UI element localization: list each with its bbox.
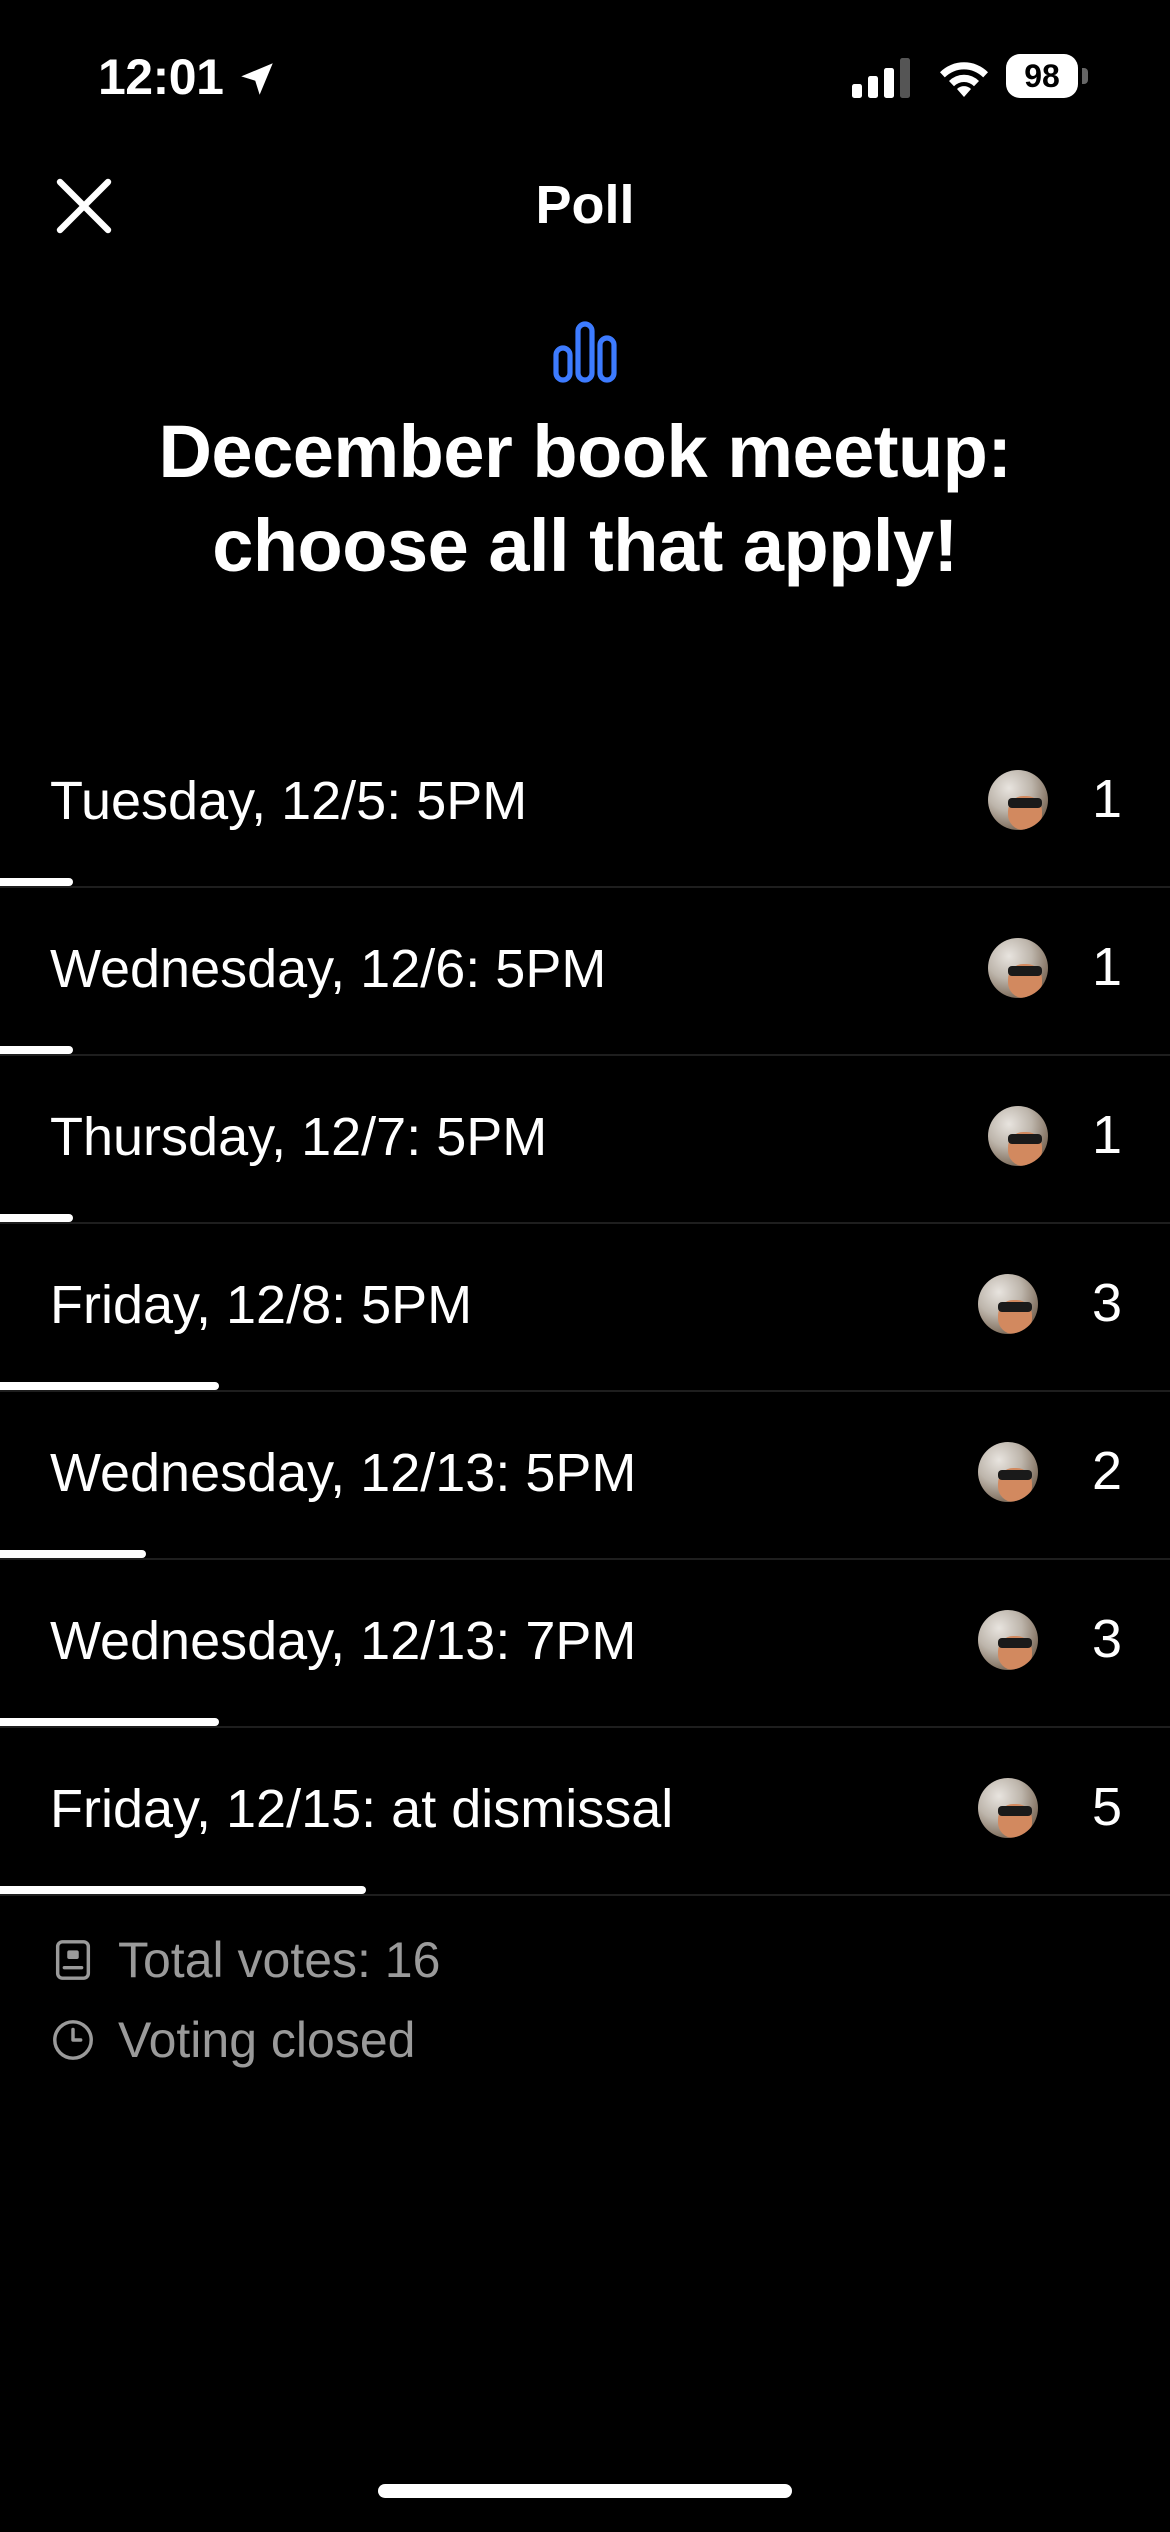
voter-avatar[interactable] bbox=[988, 938, 1048, 998]
poll-option[interactable]: Wednesday, 12/13: 7PM 3 bbox=[0, 1560, 1170, 1728]
status-time: 12:01 bbox=[98, 49, 224, 105]
poll-option[interactable]: Tuesday, 12/5: 5PM 1 bbox=[0, 720, 1170, 888]
ballot-icon bbox=[55, 1940, 91, 1980]
poll-option-result-bar bbox=[0, 1214, 73, 1222]
voter-avatar[interactable] bbox=[978, 1442, 1038, 1502]
poll-option-vote-count: 2 bbox=[1091, 1441, 1122, 1501]
poll-option-label: Wednesday, 12/13: 7PM bbox=[50, 1611, 637, 1671]
poll-option[interactable]: Wednesday, 12/13: 5PM 2 bbox=[0, 1392, 1170, 1560]
total-votes: Total votes: 16 bbox=[118, 1932, 441, 1988]
poll-option[interactable]: Friday, 12/15: at dismissal 5 bbox=[0, 1728, 1170, 1896]
voting-status-line: Voting closed bbox=[50, 2000, 440, 2080]
poll-option-result-bar bbox=[0, 1382, 219, 1390]
poll-option-result-bar bbox=[0, 1718, 219, 1726]
wifi-icon bbox=[940, 62, 988, 97]
home-indicator[interactable] bbox=[378, 2484, 792, 2498]
poll-option-vote-count: 1 bbox=[1091, 1105, 1122, 1165]
voter-avatar[interactable] bbox=[978, 1610, 1038, 1670]
voting-status: Voting closed bbox=[118, 2012, 416, 2068]
poll-question: December book meetup: choose all that ap… bbox=[158, 410, 1012, 587]
poll-option-result-bar bbox=[0, 1550, 146, 1558]
status-bar: 12:01 98 bbox=[0, 0, 1170, 150]
clock-icon bbox=[53, 2020, 93, 2060]
poll-option-result-bar bbox=[0, 878, 73, 886]
voter-avatar[interactable] bbox=[978, 1778, 1038, 1838]
poll-option-result-bar bbox=[0, 1886, 366, 1894]
poll-options-list: Tuesday, 12/5: 5PM 1 Wednesday, 12/6: 5PM 1… bbox=[0, 720, 1170, 1896]
poll-option[interactable]: Wednesday, 12/6: 5PM 1 bbox=[0, 888, 1170, 1056]
poll-option-vote-count: 5 bbox=[1091, 1777, 1122, 1837]
poll-option-result-bar bbox=[0, 1046, 73, 1054]
poll-icon bbox=[553, 321, 617, 383]
location-arrow-icon bbox=[241, 63, 273, 95]
poll-option-vote-count: 1 bbox=[1091, 769, 1122, 829]
cellular-signal-icon bbox=[852, 58, 910, 98]
poll-option-label: Friday, 12/8: 5PM bbox=[50, 1275, 473, 1335]
poll-option[interactable]: Thursday, 12/7: 5PM 1 bbox=[0, 1056, 1170, 1224]
poll-option-vote-count: 1 bbox=[1091, 937, 1122, 997]
poll-option-label: Thursday, 12/7: 5PM bbox=[50, 1107, 548, 1167]
poll-option-label: Friday, 12/15: at dismissal bbox=[50, 1779, 674, 1839]
total-votes-line: Total votes: 16 bbox=[50, 1920, 440, 2000]
voter-avatar[interactable] bbox=[988, 770, 1048, 830]
poll-option-vote-count: 3 bbox=[1091, 1273, 1122, 1333]
poll-option-label: Wednesday, 12/6: 5PM bbox=[50, 939, 607, 999]
poll-option-label: Tuesday, 12/5: 5PM bbox=[50, 771, 528, 831]
voter-avatar[interactable] bbox=[978, 1274, 1038, 1334]
poll-option-vote-count: 3 bbox=[1091, 1609, 1122, 1669]
poll-footer: Total votes: 16 Voting closed bbox=[50, 1920, 440, 2080]
battery-indicator: 98 bbox=[1006, 54, 1088, 100]
poll-option-label: Wednesday, 12/13: 5PM bbox=[50, 1443, 637, 1503]
poll-option[interactable]: Friday, 12/8: 5PM 3 bbox=[0, 1224, 1170, 1392]
battery-level: 98 bbox=[1006, 54, 1078, 98]
page-title: Poll bbox=[535, 175, 635, 235]
voter-avatar[interactable] bbox=[988, 1106, 1048, 1166]
